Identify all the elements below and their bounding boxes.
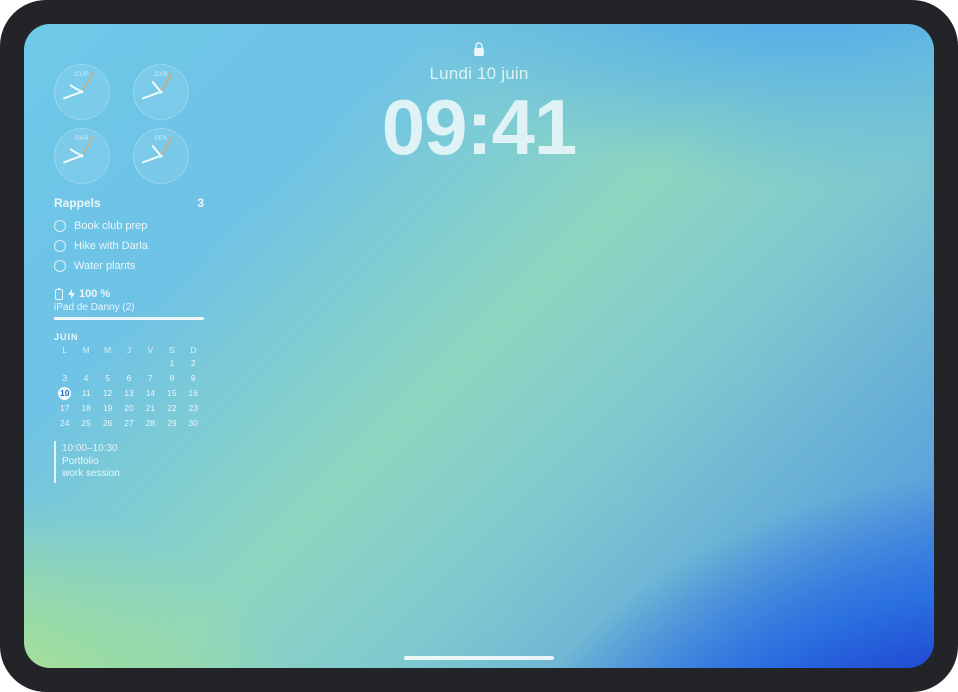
battery-icon [54,288,64,300]
calendar-cell[interactable]: 2 [183,357,204,369]
calendar-cell-today[interactable]: 10 [54,387,75,399]
reminder-label: Book club prep [74,220,147,232]
calendar-cell[interactable]: 7 [140,372,161,384]
calendar-cell[interactable]: 30 [183,417,204,429]
calendar-month: JUIN [54,332,204,342]
reminder-label: Water plants [74,260,135,272]
reminder-item[interactable]: Book club prep [54,216,204,236]
calendar-dow: J [118,345,139,355]
event-title-line2: work session [62,468,204,481]
calendar-cell[interactable]: 17 [54,402,75,414]
world-clock-widget[interactable]: CUP DXB PAR PEK [54,64,204,184]
calendar-cell[interactable]: 14 [140,387,161,399]
clock-city: DXB [134,72,188,78]
clock-city: CUP [55,72,109,78]
clock-city: PEK [134,136,188,142]
upcoming-event[interactable]: 10:00–10:30 Portfolio work session [54,441,204,483]
calendar-cell-blank [75,357,96,369]
battery-percent: 100 % [79,288,110,300]
calendar-cell[interactable]: 19 [97,402,118,414]
charging-icon [68,289,75,299]
calendar-cell[interactable]: 16 [183,387,204,399]
reminder-label: Hike with Darla [74,240,148,252]
calendar-cell[interactable]: 4 [75,372,96,384]
calendar-dow: V [140,345,161,355]
calendar-cell[interactable]: 8 [161,372,182,384]
calendar-cell[interactable]: 13 [118,387,139,399]
lock-screen[interactable]: Lundi 10 juin 09:41 CUPDXBPARPEK Rappels… [24,24,934,668]
calendar-cell[interactable]: 6 [118,372,139,384]
world-clock-2[interactable]: PAR [54,128,110,184]
calendar-dow: D [183,345,204,355]
battery-device-name: iPad de Danny (2) [54,302,204,313]
calendar-dow: L [54,345,75,355]
event-title-line1: Portfolio [62,456,204,469]
calendar-cell[interactable]: 15 [161,387,182,399]
reminder-item[interactable]: Water plants [54,256,204,276]
calendar-cell-blank [97,357,118,369]
calendar-cell[interactable]: 25 [75,417,96,429]
calendar-cell[interactable]: 9 [183,372,204,384]
calendar-cell-blank [140,357,161,369]
calendar-cell[interactable]: 28 [140,417,161,429]
calendar-cell-blank [118,357,139,369]
clock-city: PAR [55,136,109,142]
calendar-cell[interactable]: 27 [118,417,139,429]
calendar-cell[interactable]: 23 [183,402,204,414]
reminders-title: Rappels [54,196,101,210]
device-frame: Lundi 10 juin 09:41 CUPDXBPARPEK Rappels… [0,0,958,692]
world-clock-0[interactable]: CUP [54,64,110,120]
calendar-cell[interactable]: 26 [97,417,118,429]
world-clock-3[interactable]: PEK [133,128,189,184]
calendar-cell[interactable]: 24 [54,417,75,429]
calendar-dow: M [75,345,96,355]
calendar-cell[interactable]: 29 [161,417,182,429]
calendar-dow: M [97,345,118,355]
calendar-dow: S [161,345,182,355]
calendar-cell[interactable]: 1 [161,357,182,369]
calendar-cell[interactable]: 5 [97,372,118,384]
event-time: 10:00–10:30 [62,443,204,456]
reminder-checkbox[interactable] [54,220,66,232]
reminder-checkbox[interactable] [54,240,66,252]
reminders-count: 3 [197,196,204,210]
reminder-checkbox[interactable] [54,260,66,272]
calendar-cell[interactable]: 20 [118,402,139,414]
calendar-cell[interactable]: 3 [54,372,75,384]
reminder-item[interactable]: Hike with Darla [54,236,204,256]
calendar-cell[interactable]: 21 [140,402,161,414]
widget-column: CUP DXB PAR PEK Rappels 3 Book club prep Hik… [54,64,204,483]
lock-icon [473,42,485,58]
world-clock-1[interactable]: DXB [133,64,189,120]
battery-bar [54,317,204,320]
calendar-cell[interactable]: 22 [161,402,182,414]
battery-widget[interactable]: 100 % iPad de Danny (2) [54,288,204,320]
calendar-widget[interactable]: JUIN LMMJVSD 123456789101112131415161718… [54,332,204,429]
calendar-cell[interactable]: 11 [75,387,96,399]
calendar-cell[interactable]: 18 [75,402,96,414]
calendar-cell[interactable]: 12 [97,387,118,399]
home-indicator[interactable] [404,656,554,660]
reminders-widget[interactable]: Rappels 3 Book club prep Hike with Darla W… [54,196,204,276]
calendar-cell-blank [54,357,75,369]
